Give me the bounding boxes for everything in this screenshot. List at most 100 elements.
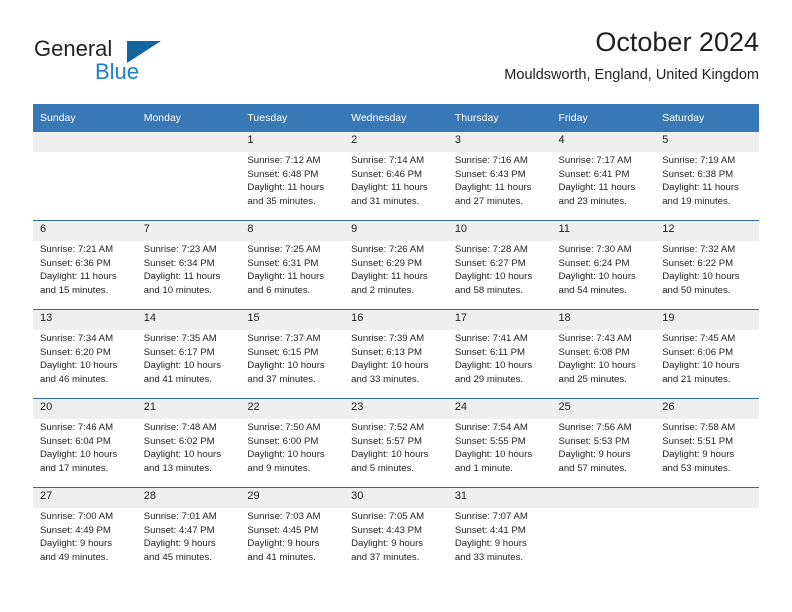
day-detail-line: and 1 minute. — [454, 463, 513, 475]
calendar-day-cell[interactable]: 19 Sunrise: 7:45 AM Sunset: 6:06 PM Dayligh… — [655, 309, 759, 399]
calendar-day-cell[interactable]: 18 Sunrise: 7:43 AM Sunset: 6:08 PM Dayligh… — [551, 309, 656, 399]
day-detail-line: Sunrise: 7:58 AM — [662, 422, 736, 433]
calendar-empty-cell — [551, 487, 656, 576]
day-number: 21 — [136, 399, 241, 419]
calendar-day-cell[interactable]: 8 Sunrise: 7:25 AM Sunset: 6:31 PM Daylight… — [240, 220, 345, 310]
calendar-day-cell[interactable]: 11 Sunrise: 7:30 AM Sunset: 6:24 PM Dayligh… — [551, 220, 656, 310]
day-number: 27 — [33, 488, 137, 508]
day-detail-line: and 33 minutes. — [351, 374, 420, 386]
day-number: 25 — [551, 399, 656, 419]
day-number: 28 — [136, 488, 241, 508]
day-detail-line: Sunrise: 7:37 AM — [247, 333, 321, 344]
day-detail-line: Daylight: 10 hours — [662, 271, 740, 283]
day-detail-line: Sunrise: 7:17 AM — [558, 155, 632, 166]
day-detail-line: and 23 minutes. — [558, 196, 627, 208]
day-number: 10 — [447, 221, 552, 241]
calendar-day-cell[interactable]: 23 Sunrise: 7:52 AM Sunset: 5:57 PM Dayligh… — [344, 398, 448, 488]
calendar-week-row: 13 Sunrise: 7:34 AM Sunset: 6:20 PM Dayligh… — [33, 309, 759, 399]
day-detail-line: Sunrise: 7:34 AM — [40, 333, 114, 344]
day-number: 15 — [240, 310, 345, 330]
day-detail-line: Sunrise: 7:54 AM — [454, 422, 528, 433]
calendar-body: 1 Sunrise: 7:12 AM Sunset: 6:48 PM Daylight… — [33, 132, 759, 576]
day-detail-line: Sunset: 5:57 PM — [351, 435, 423, 447]
day-detail-line: Daylight: 11 hours — [247, 271, 325, 283]
calendar-day-cell[interactable]: 25 Sunrise: 7:56 AM Sunset: 5:53 PM Dayligh… — [551, 398, 656, 488]
day-number — [655, 488, 759, 508]
calendar-day-cell[interactable]: 4 Sunrise: 7:17 AM Sunset: 6:41 PM Daylight… — [551, 132, 656, 221]
calendar-day-cell[interactable]: 30 Sunrise: 7:05 AM Sunset: 4:43 PM Dayligh… — [344, 487, 448, 576]
day-detail-line: and 19 minutes. — [662, 196, 731, 208]
day-sun-details: Sunrise: 7:35 AM Sunset: 6:17 PM Daylight:… — [137, 330, 241, 387]
day-sun-details: Sunrise: 7:21 AM Sunset: 6:36 PM Daylight:… — [33, 241, 137, 298]
day-detail-line: Sunrise: 7:05 AM — [351, 511, 425, 522]
day-detail-line: Sunrise: 7:01 AM — [143, 511, 217, 522]
calendar-week-row: 27 Sunrise: 7:00 AM Sunset: 4:49 PM Dayligh… — [33, 487, 759, 576]
calendar-day-cell[interactable]: 29 Sunrise: 7:03 AM Sunset: 4:45 PM Dayligh… — [240, 487, 345, 576]
calendar-day-cell[interactable]: 24 Sunrise: 7:54 AM Sunset: 5:55 PM Dayligh… — [447, 398, 552, 488]
day-sun-details: Sunrise: 7:17 AM Sunset: 6:41 PM Daylight:… — [552, 152, 656, 209]
general-blue-logo: General Blue — [33, 34, 213, 94]
day-sun-details: Sunrise: 7:25 AM Sunset: 6:31 PM Daylight:… — [240, 241, 344, 298]
calendar-day-cell[interactable]: 26 Sunrise: 7:58 AM Sunset: 5:51 PM Dayligh… — [655, 398, 759, 488]
day-detail-line: Sunrise: 7:28 AM — [454, 244, 528, 255]
day-detail-line: Sunrise: 7:16 AM — [454, 155, 528, 166]
calendar-day-cell[interactable]: 15 Sunrise: 7:37 AM Sunset: 6:15 PM Dayligh… — [240, 309, 345, 399]
day-sun-details: Sunrise: 7:00 AM Sunset: 4:49 PM Daylight:… — [33, 508, 137, 565]
day-detail-line: Daylight: 10 hours — [558, 360, 636, 372]
day-detail-line: Sunset: 6:08 PM — [558, 346, 630, 358]
day-sun-details: Sunrise: 7:46 AM Sunset: 6:04 PM Daylight:… — [33, 419, 137, 476]
day-detail-line: and 5 minutes. — [351, 463, 415, 475]
calendar-day-cell[interactable]: 7 Sunrise: 7:23 AM Sunset: 6:34 PM Daylight… — [136, 220, 241, 310]
day-detail-line: Sunrise: 7:19 AM — [662, 155, 736, 166]
calendar-day-cell[interactable]: 21 Sunrise: 7:48 AM Sunset: 6:02 PM Dayligh… — [136, 398, 241, 488]
day-sun-details: Sunrise: 7:30 AM Sunset: 6:24 PM Daylight:… — [552, 241, 656, 298]
calendar-day-cell[interactable]: 9 Sunrise: 7:26 AM Sunset: 6:29 PM Daylight… — [344, 220, 448, 310]
day-detail-line: Sunset: 6:27 PM — [454, 257, 526, 269]
calendar-day-cell[interactable]: 2 Sunrise: 7:14 AM Sunset: 6:46 PM Daylight… — [344, 132, 448, 221]
calendar-day-cell[interactable]: 28 Sunrise: 7:01 AM Sunset: 4:47 PM Dayligh… — [136, 487, 241, 576]
calendar-day-cell[interactable]: 12 Sunrise: 7:32 AM Sunset: 6:22 PM Dayligh… — [655, 220, 759, 310]
day-detail-line: Daylight: 10 hours — [143, 360, 222, 372]
calendar-day-cell[interactable]: 27 Sunrise: 7:00 AM Sunset: 4:49 PM Dayligh… — [33, 487, 137, 576]
day-detail-line: Sunrise: 7:07 AM — [454, 511, 528, 522]
day-number: 17 — [447, 310, 552, 330]
day-detail-line: Sunset: 6:38 PM — [662, 168, 734, 180]
sunrise-sunset-calendar: Sunday Monday Tuesday Wednesday Thursday Frid… — [33, 104, 759, 576]
calendar-day-cell[interactable]: 13 Sunrise: 7:34 AM Sunset: 6:20 PM Dayligh… — [33, 309, 137, 399]
calendar-day-cell[interactable]: 14 Sunrise: 7:35 AM Sunset: 6:17 PM Dayligh… — [136, 309, 241, 399]
day-detail-line: Sunset: 6:41 PM — [558, 168, 630, 180]
weekday-header-saturday: Saturday — [655, 104, 759, 132]
day-detail-line: and 53 minutes. — [662, 463, 731, 475]
calendar-empty-cell — [33, 132, 137, 221]
calendar-day-cell[interactable]: 22 Sunrise: 7:50 AM Sunset: 6:00 PM Dayligh… — [240, 398, 345, 488]
calendar-week-row: 20 Sunrise: 7:46 AM Sunset: 6:04 PM Dayligh… — [33, 398, 759, 488]
day-sun-details: Sunrise: 7:54 AM Sunset: 5:55 PM Daylight:… — [448, 419, 552, 476]
day-detail-line: Daylight: 9 hours — [662, 449, 735, 461]
calendar-day-cell[interactable]: 3 Sunrise: 7:16 AM Sunset: 6:43 PM Daylight… — [447, 132, 552, 221]
day-detail-line: Sunset: 6:46 PM — [351, 168, 423, 180]
calendar-day-cell[interactable]: 16 Sunrise: 7:39 AM Sunset: 6:13 PM Dayligh… — [344, 309, 448, 399]
day-detail-line: Sunrise: 7:48 AM — [143, 422, 217, 433]
calendar-day-cell[interactable]: 20 Sunrise: 7:46 AM Sunset: 6:04 PM Dayligh… — [33, 398, 137, 488]
calendar-day-cell[interactable]: 1 Sunrise: 7:12 AM Sunset: 6:48 PM Daylight… — [240, 132, 345, 221]
day-number — [33, 132, 137, 152]
calendar-day-cell[interactable]: 10 Sunrise: 7:28 AM Sunset: 6:27 PM Dayligh… — [447, 220, 552, 310]
day-detail-line: Daylight: 10 hours — [143, 449, 222, 461]
day-detail-line: Daylight: 11 hours — [662, 182, 739, 194]
day-detail-line: Sunrise: 7:12 AM — [247, 155, 321, 166]
day-detail-line: Sunrise: 7:39 AM — [351, 333, 425, 344]
calendar-day-cell[interactable]: 17 Sunrise: 7:41 AM Sunset: 6:11 PM Dayligh… — [447, 309, 552, 399]
day-detail-line: Sunset: 6:20 PM — [40, 346, 111, 358]
day-detail-line: and 10 minutes. — [143, 285, 212, 297]
day-detail-line: and 58 minutes. — [454, 285, 524, 297]
calendar-day-cell[interactable]: 5 Sunrise: 7:19 AM Sunset: 6:38 PM Daylight… — [655, 132, 759, 221]
calendar-day-cell[interactable]: 31 Sunrise: 7:07 AM Sunset: 4:41 PM Dayligh… — [447, 487, 552, 576]
calendar-day-cell[interactable]: 6 Sunrise: 7:21 AM Sunset: 6:36 PM Daylight… — [33, 220, 137, 310]
day-detail-line: Sunrise: 7:23 AM — [143, 244, 217, 255]
day-detail-line: Daylight: 10 hours — [351, 360, 429, 372]
weekday-header-monday: Monday — [136, 104, 241, 132]
day-sun-details: Sunrise: 7:03 AM Sunset: 4:45 PM Daylight:… — [240, 508, 344, 565]
day-number: 5 — [655, 132, 759, 152]
day-detail-line: Sunset: 6:34 PM — [143, 257, 215, 269]
day-detail-line: Daylight: 9 hours — [351, 538, 424, 550]
